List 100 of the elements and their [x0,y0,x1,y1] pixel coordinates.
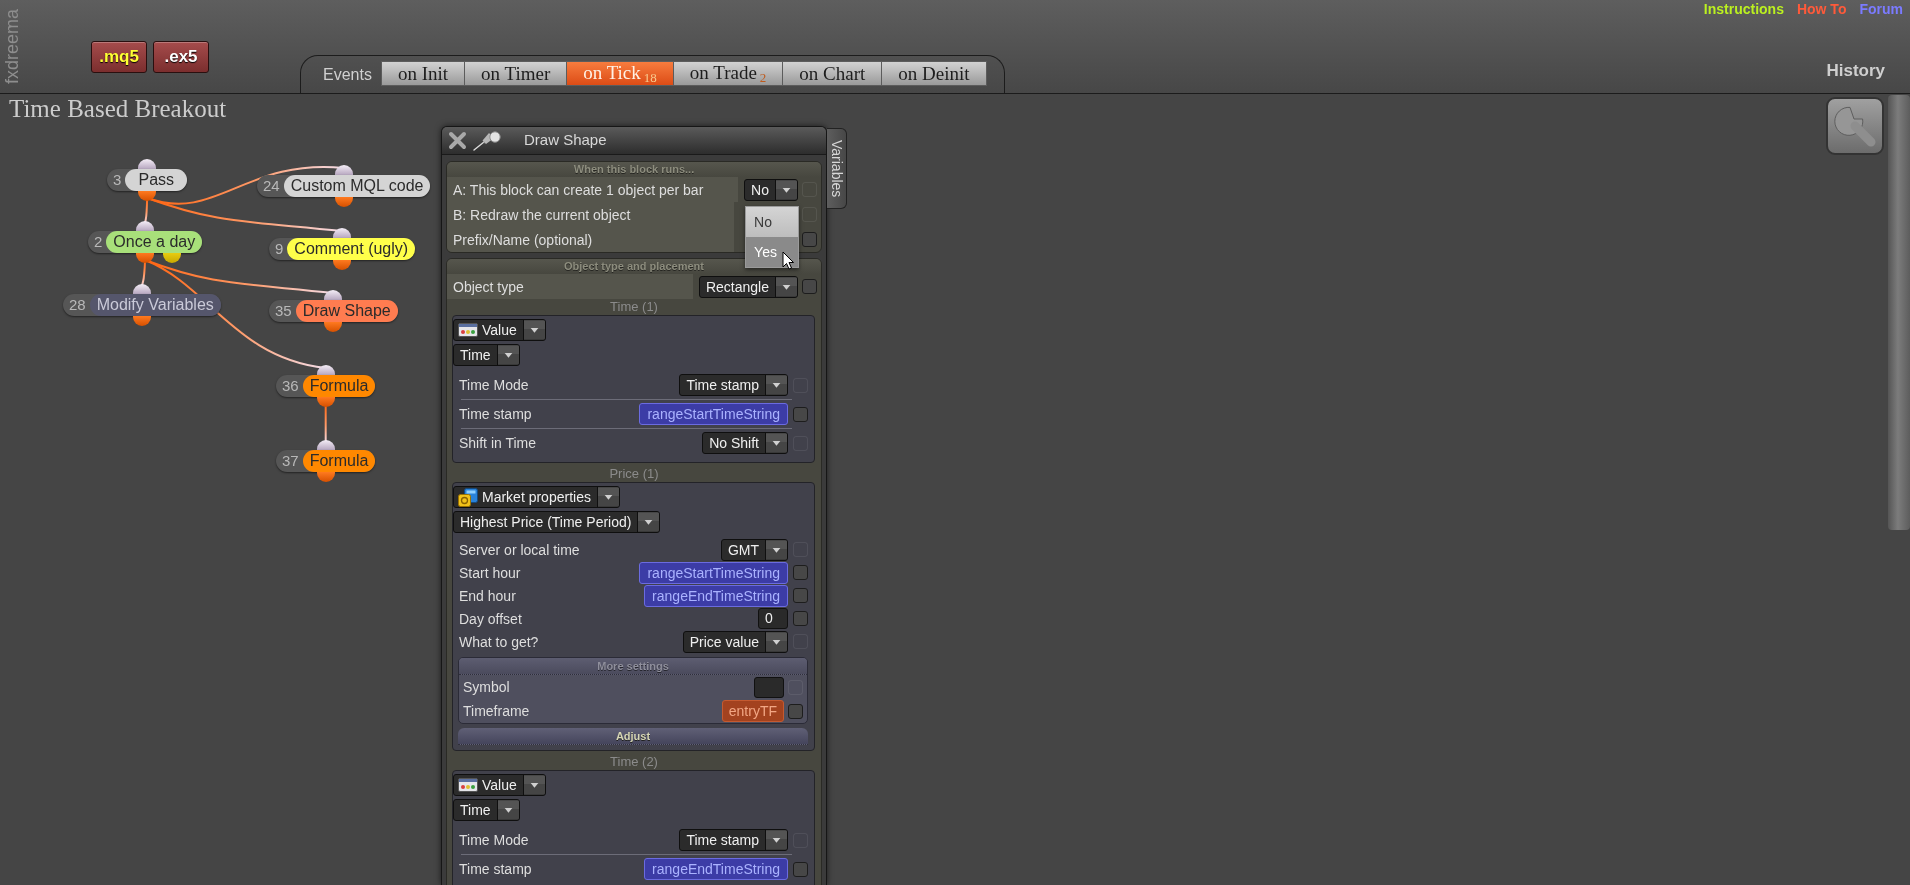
caret-icon[interactable] [637,512,660,532]
caret-icon[interactable] [765,539,787,560]
caret-icon[interactable] [596,487,619,507]
variable-field[interactable]: rangeEndTimeString [644,584,788,607]
flow-block[interactable]: 24 Custom MQL code [257,175,431,197]
variable-field[interactable]: rangeStartTimeString [639,403,788,425]
block-number: 28 [68,295,87,315]
dropdown[interactable]: Time stamp [679,374,788,396]
field-label: End hour [458,586,517,605]
dropdown-option[interactable]: No [746,206,799,237]
block-number: 2 [93,232,104,252]
input-port-icon[interactable] [333,228,352,238]
output-port-icon[interactable] [163,253,182,263]
input-port-icon[interactable] [136,221,155,231]
field-label: A: This block can create 1 object per bar [447,177,739,202]
dropdown[interactable]: Time [453,344,520,366]
output-port-icon[interactable] [136,253,155,263]
event-tab[interactable]: on Timer [464,61,568,86]
caret-icon[interactable] [522,775,545,795]
caret-icon[interactable] [496,800,519,820]
file-type-button[interactable]: .ex5 [153,41,209,73]
group-caption: Time (2) [609,754,659,770]
block-label: Custom MQL code [283,175,431,197]
caret-icon[interactable] [765,433,787,453]
dropdown[interactable]: No [744,178,798,201]
variable-field[interactable]: rangeEndTimeString [644,858,788,880]
output-port-icon[interactable] [324,322,343,332]
field-label: Time Mode [458,376,530,394]
checkbox[interactable] [802,232,817,247]
checkbox[interactable] [793,406,808,422]
flow-block[interactable]: 9 Comment (ugly) [269,238,416,260]
pin-icon[interactable] [473,130,503,151]
input-field[interactable] [754,676,784,698]
output-port-icon[interactable] [333,260,352,270]
dropdown[interactable]: Time [453,799,520,821]
output-port-icon[interactable] [334,197,353,207]
flow-block[interactable]: 3 Pass [107,169,188,191]
field-label: Time Mode [458,831,530,849]
checkbox[interactable] [788,703,803,719]
checkbox[interactable] [793,861,808,877]
dropdown[interactable]: Market properties [453,486,620,508]
input-field[interactable]: 0 [758,608,788,629]
caret-icon[interactable] [775,179,797,200]
input-port-icon[interactable] [138,159,157,169]
variables-tab[interactable]: Variables [827,128,847,209]
field-label: Timeframe [462,702,531,720]
dropdown[interactable]: No Shift [702,432,788,454]
block-label: Formula [302,450,376,472]
flow-block[interactable]: 2 Once a day [88,231,203,253]
flow-block[interactable]: 37 Formula [276,450,376,472]
flow-block[interactable]: 28 Modify Variables [63,294,221,316]
close-icon[interactable] [448,131,467,150]
output-port-icon[interactable] [132,316,151,326]
dropdown[interactable]: Price value [682,630,788,653]
dropdown[interactable]: Value [453,774,546,796]
field-label: Day offset [458,609,523,628]
caret-icon[interactable] [765,631,787,652]
input-port-icon[interactable] [132,284,151,294]
caret-icon[interactable] [765,830,787,850]
dropdown[interactable]: Value [453,319,546,341]
dropdown[interactable]: Time stamp [679,829,788,851]
checkbox[interactable] [793,565,808,580]
output-port-icon[interactable] [316,472,335,482]
event-tab[interactable]: on Deinit [881,61,987,86]
header-link[interactable]: Instructions [1703,1,1784,18]
checkbox[interactable] [793,611,808,626]
variable-field[interactable]: rangeStartTimeString [639,561,788,584]
dropdown[interactable]: Highest Price (Time Period) [453,511,661,533]
block-number: 9 [274,239,285,259]
output-port-icon[interactable] [138,191,157,201]
field-label: Start hour [458,563,522,582]
caret-icon[interactable] [522,320,545,340]
checkbox[interactable] [802,279,817,294]
event-tab[interactable]: on Trade$_{2}$ [672,61,784,86]
event-tab[interactable]: on Chart [782,61,883,86]
output-port-icon[interactable] [316,397,335,407]
subsection-header[interactable]: Adjust [458,728,808,745]
flow-block[interactable]: 36 Formula [276,375,376,397]
event-tab[interactable]: on Init [380,61,466,86]
input-port-icon[interactable] [324,290,343,300]
file-type-button[interactable]: .mq5 [91,41,147,73]
settings-button[interactable] [1826,97,1884,155]
block-number: 37 [281,451,300,471]
history-tab[interactable]: History [1826,61,1885,81]
field-label: Prefix/Name (optional) [447,227,734,252]
input-port-icon[interactable] [316,365,335,375]
input-port-icon[interactable] [316,440,335,450]
caret-icon[interactable] [775,276,797,297]
checkbox[interactable] [793,588,808,603]
block-label: Formula [302,375,376,397]
block-number: 36 [281,376,300,396]
scrollbar-thumb[interactable] [1888,95,1910,530]
input-port-icon[interactable] [334,165,353,175]
panel-title: Draw Shape [524,130,607,151]
tab-count: 2 [759,70,767,85]
caret-icon[interactable] [496,345,519,365]
flow-block[interactable]: 35 Draw Shape [269,300,398,322]
caret-icon[interactable] [765,375,787,395]
dropdown[interactable]: Rectangle [698,275,798,298]
dropdown[interactable]: GMT [720,538,788,561]
